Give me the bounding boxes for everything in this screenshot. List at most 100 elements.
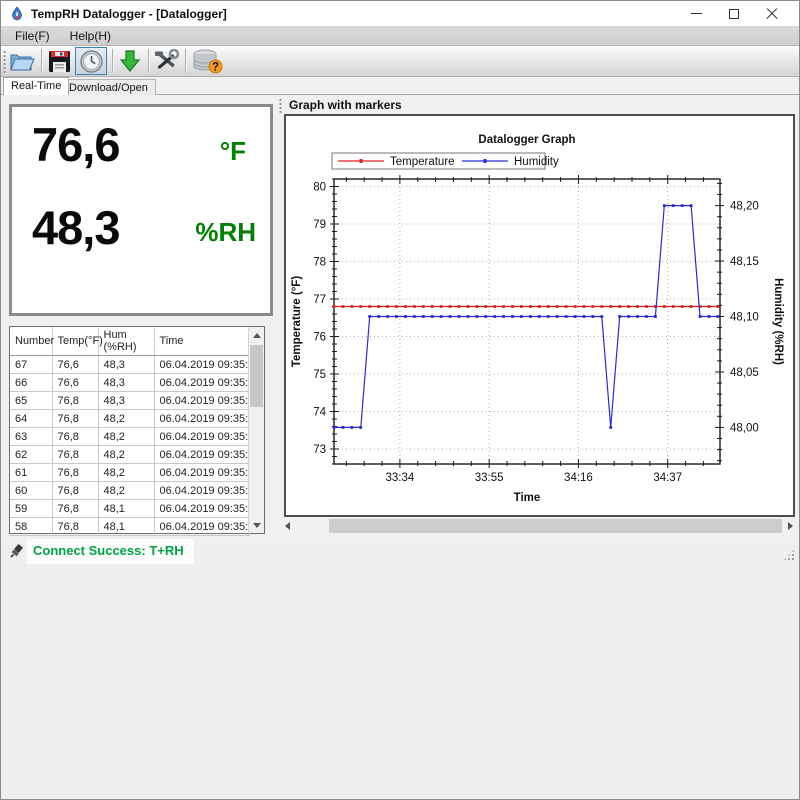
- svg-text:Humidity (%RH): Humidity (%RH): [772, 278, 784, 365]
- table-cell: 06.04.2019 09:35:23: [154, 428, 249, 446]
- up-arrow-icon: [253, 333, 261, 338]
- svg-text:78: 78: [313, 257, 326, 269]
- resize-grip[interactable]: [783, 549, 795, 561]
- table-cell: 48,1: [98, 518, 154, 536]
- scroll-down-button[interactable]: [249, 517, 264, 533]
- table-cell: 67: [10, 356, 52, 374]
- humidity-unit: %RH: [195, 217, 256, 248]
- table-cell: 76,8: [52, 428, 98, 446]
- minimize-button[interactable]: [677, 1, 715, 26]
- close-icon: [766, 8, 778, 20]
- graph-panel: 737475767778798048,0048,0548,1048,1548,2…: [284, 114, 795, 517]
- table-scrollbar[interactable]: [248, 327, 264, 533]
- col-header-temp[interactable]: Temp(°F): [52, 327, 98, 356]
- table-row[interactable]: 6076,848,206.04.2019 09:35:16: [10, 482, 249, 500]
- table-row[interactable]: 6676,648,306.04.2019 09:35:29: [10, 374, 249, 392]
- svg-text:77: 77: [313, 294, 326, 306]
- down-arrow-icon: [253, 523, 261, 528]
- table-cell: 48,2: [98, 482, 154, 500]
- svg-text:74: 74: [313, 407, 326, 419]
- table-row[interactable]: 6576,848,306.04.2019 09:35:27: [10, 392, 249, 410]
- table-row[interactable]: 6376,848,206.04.2019 09:35:23: [10, 428, 249, 446]
- table-cell: 64: [10, 410, 52, 428]
- scroll-left-button[interactable]: [279, 519, 296, 533]
- table-row[interactable]: 5976,848,106.04.2019 09:35:14: [10, 500, 249, 518]
- table-row[interactable]: 6176,848,206.04.2019 09:35:18: [10, 464, 249, 482]
- svg-text:Temperature (°F): Temperature (°F): [291, 276, 303, 367]
- toolbar-grip[interactable]: [3, 50, 6, 73]
- app-icon: [9, 6, 25, 22]
- scroll-up-button[interactable]: [249, 327, 264, 343]
- tools-icon: [153, 49, 179, 73]
- maximize-icon: [729, 9, 739, 19]
- log-table: Number Temp(°F) Hum (%RH) Time 6776,648,…: [10, 327, 250, 536]
- col-header-number[interactable]: Number: [10, 327, 52, 356]
- open-folder-button[interactable]: [7, 47, 37, 75]
- window-title: TempRH Datalogger - [Datalogger]: [31, 7, 227, 21]
- table-row[interactable]: 6276,848,206.04.2019 09:35:21: [10, 446, 249, 464]
- download-button[interactable]: [115, 47, 145, 75]
- app-window: TempRH Datalogger - [Datalogger] File(F)…: [0, 0, 800, 800]
- table-row[interactable]: 6776,648,306.04.2019 09:35:31: [10, 356, 249, 374]
- svg-text:33:55: 33:55: [475, 472, 504, 484]
- graph-hscrollbar-thumb[interactable]: [329, 519, 782, 533]
- svg-text:34:37: 34:37: [653, 472, 682, 484]
- download-arrow-icon: [118, 49, 142, 73]
- toolbar-separator: [41, 49, 42, 73]
- clock-icon: [79, 49, 104, 74]
- table-cell: 63: [10, 428, 52, 446]
- svg-text:33:34: 33:34: [386, 472, 415, 484]
- table-cell: 65: [10, 392, 52, 410]
- table-cell: 48,3: [98, 356, 154, 374]
- tab-real-time[interactable]: Real-Time: [3, 77, 69, 95]
- realtime-clock-button[interactable]: [75, 47, 107, 75]
- table-cell: 48,3: [98, 392, 154, 410]
- save-button[interactable]: [44, 47, 74, 75]
- toolbar-separator: [185, 49, 186, 73]
- menu-help[interactable]: Help(H): [60, 29, 121, 43]
- save-floppy-icon: [47, 49, 72, 74]
- table-cell: 06.04.2019 09:35:14: [154, 500, 249, 518]
- table-scrollbar-thumb[interactable]: [250, 345, 263, 407]
- table-cell: 06.04.2019 09:35:27: [154, 392, 249, 410]
- log-table-body: 6776,648,306.04.2019 09:35:316676,648,30…: [10, 356, 249, 536]
- table-cell: 06.04.2019 09:35:16: [154, 482, 249, 500]
- col-header-hum[interactable]: Hum (%RH): [98, 327, 154, 356]
- readout-panel: 76,6 °F 48,3 %RH: [9, 104, 273, 316]
- graph-panel-title: Graph with markers: [289, 98, 402, 112]
- svg-text:80: 80: [313, 182, 326, 194]
- tab-download-open[interactable]: Download/Open: [61, 79, 156, 95]
- svg-text:Datalogger Graph: Datalogger Graph: [478, 134, 575, 146]
- log-table-header-row: Number Temp(°F) Hum (%RH) Time: [10, 327, 249, 356]
- maximize-button[interactable]: [715, 1, 753, 26]
- table-cell: 06.04.2019 09:35:29: [154, 374, 249, 392]
- table-cell: 06.04.2019 09:35:25: [154, 410, 249, 428]
- table-cell: 61: [10, 464, 52, 482]
- svg-text:Temperature: Temperature: [390, 156, 455, 168]
- temperature-value: 76,6: [32, 117, 119, 172]
- table-cell: 76,8: [52, 482, 98, 500]
- left-arrow-icon: [285, 522, 290, 530]
- table-row[interactable]: 5876,848,106.04.2019 09:35:12: [10, 518, 249, 536]
- status-message-box: Connect Success: T+RH: [27, 539, 194, 564]
- table-row[interactable]: 6476,848,206.04.2019 09:35:25: [10, 410, 249, 428]
- realtime-tab-page: 76,6 °F 48,3 %RH Number Temp(°F) Hum (%R…: [1, 95, 799, 538]
- datalogger-help-button[interactable]: ?: [189, 47, 225, 75]
- menu-file[interactable]: File(F): [5, 29, 60, 43]
- status-message: Connect Success: T+RH: [33, 543, 184, 558]
- settings-tools-button[interactable]: [151, 47, 181, 75]
- tab-strip: Real-Time Download/Open: [1, 77, 799, 95]
- graph-hscrollbar[interactable]: [279, 519, 799, 533]
- table-cell: 76,8: [52, 500, 98, 518]
- svg-text:48,00: 48,00: [730, 422, 759, 434]
- toolbar-separator: [112, 49, 113, 73]
- svg-text:Humidity: Humidity: [514, 156, 559, 168]
- graph-toolstrip-grip[interactable]: [279, 98, 282, 114]
- menu-bar: File(F) Help(H): [1, 26, 799, 46]
- svg-text:48,15: 48,15: [730, 256, 759, 268]
- close-button[interactable]: [753, 1, 791, 26]
- col-header-time[interactable]: Time: [154, 327, 249, 356]
- table-cell: 06.04.2019 09:35:12: [154, 518, 249, 536]
- title-bar: TempRH Datalogger - [Datalogger]: [1, 1, 799, 26]
- scroll-right-button[interactable]: [782, 519, 799, 533]
